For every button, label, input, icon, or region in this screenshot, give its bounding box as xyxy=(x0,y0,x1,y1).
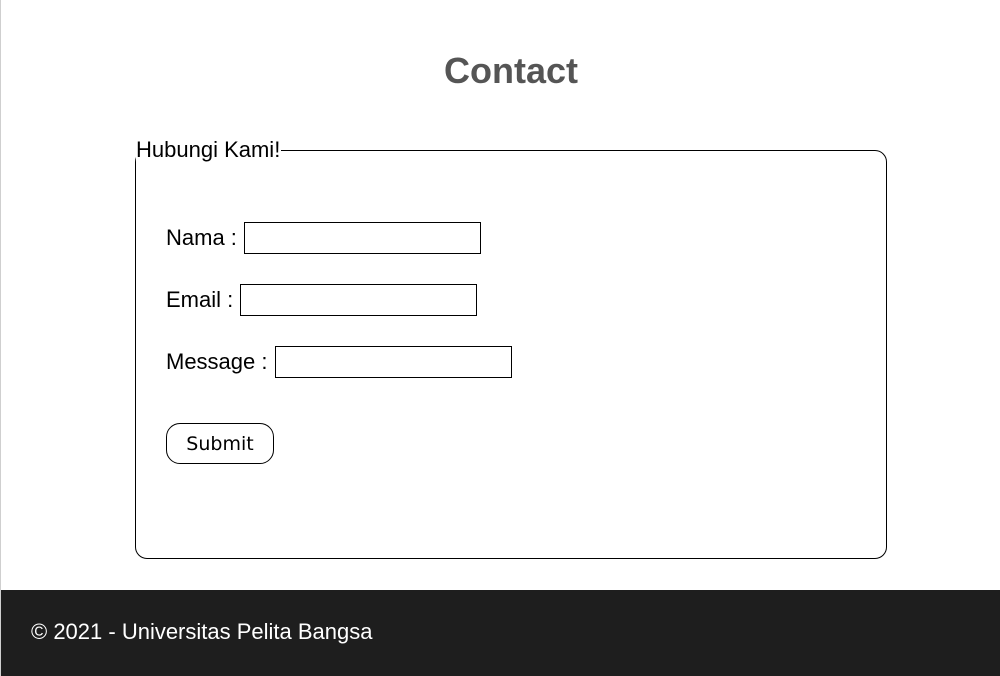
email-label: Email : xyxy=(166,287,234,312)
nama-label: Nama : xyxy=(166,225,237,250)
email-input[interactable] xyxy=(240,284,478,316)
message-row: Message : xyxy=(166,346,512,378)
message-label: Message : xyxy=(166,349,268,374)
submit-button[interactable]: Submit xyxy=(166,423,274,464)
message-input[interactable] xyxy=(274,346,512,378)
footer: © 2021 - Universitas Pelita Bangsa xyxy=(0,590,1000,676)
email-row: Email : xyxy=(166,284,478,316)
nama-row: Nama : xyxy=(166,222,481,254)
footer-copyright: © 2021 - Universitas Pelita Bangsa xyxy=(31,619,373,644)
nama-input[interactable] xyxy=(243,222,481,254)
page-title: Contact xyxy=(444,50,578,91)
fieldset-legend: Hubungi Kami! xyxy=(136,136,282,164)
